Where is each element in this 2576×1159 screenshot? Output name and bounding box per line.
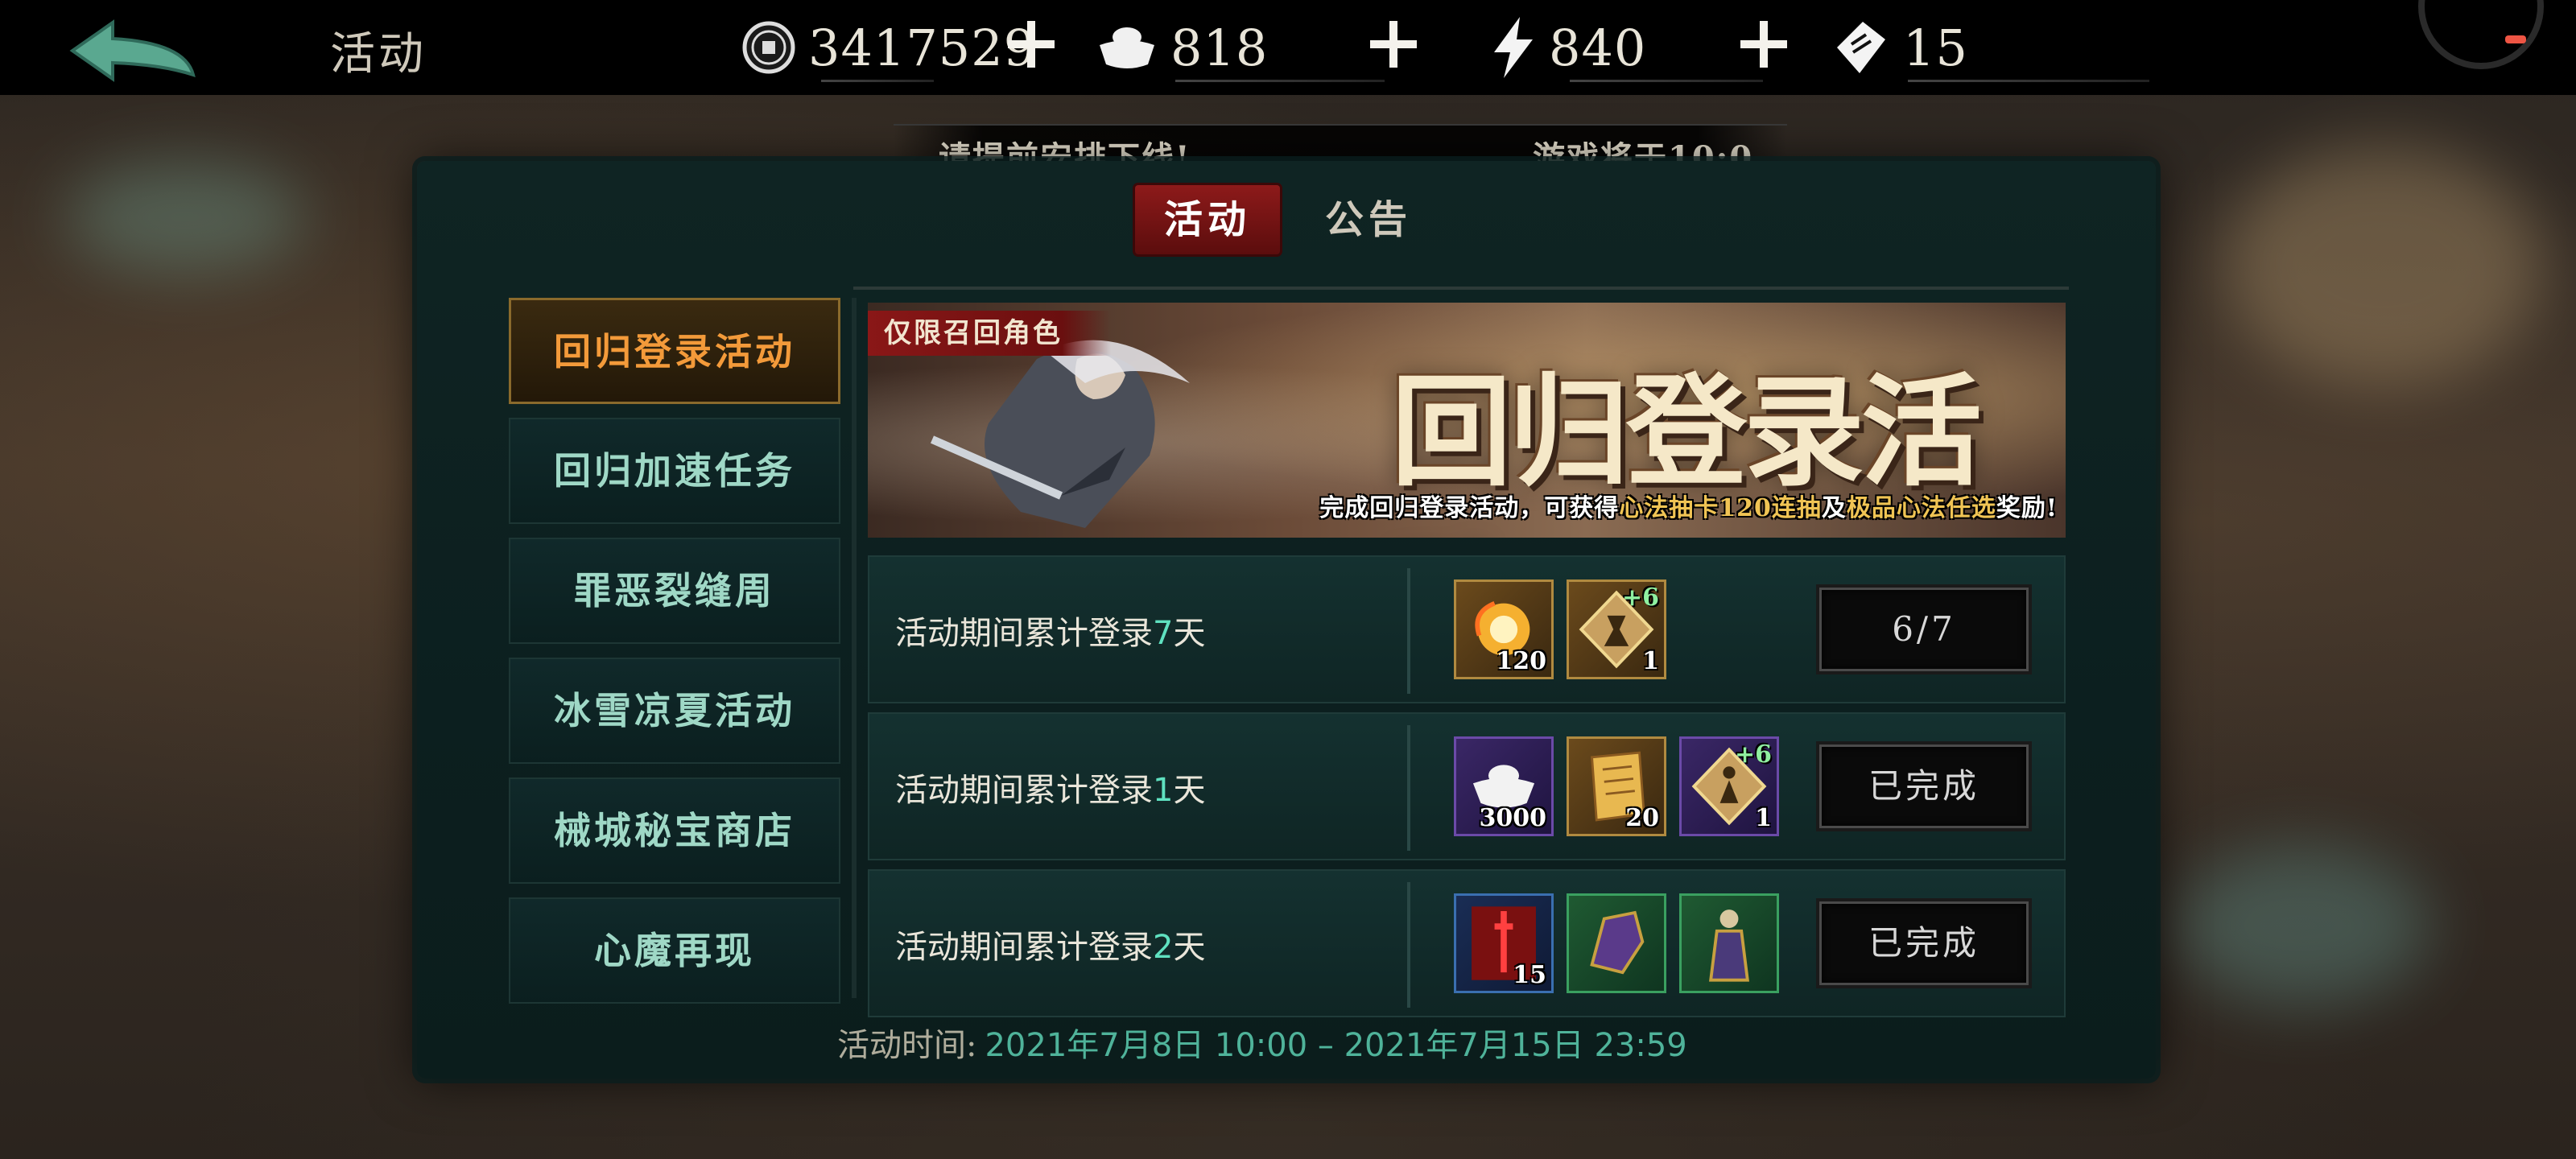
warrior-outfit-icon (1709, 909, 1749, 982)
task-status-button[interactable]: 已完成 (1819, 744, 2029, 828)
tab-activity[interactable]: 活动 (1135, 185, 1280, 254)
currency-silver: 818 (1095, 11, 1385, 84)
warrior-illustration (930, 340, 1190, 528)
reward-item[interactable]: 15 (1454, 893, 1554, 993)
currency-ticket: 15 (1827, 11, 2149, 84)
sidebar-item-return-boost[interactable]: 回归加速任务 (509, 418, 840, 524)
reward-item[interactable]: 120 (1454, 580, 1554, 679)
reward-item[interactable]: 3000 (1454, 736, 1554, 836)
silver-ingot-icon (1100, 27, 1154, 68)
back-arrow-icon (69, 19, 196, 82)
gauntlet-icon (1590, 910, 1645, 975)
banner-tag: 仅限召回角色 (868, 311, 1111, 356)
currency-value: 818 (1170, 18, 1269, 77)
menu-corner-button[interactable] (2418, 0, 2544, 69)
background-scene-jade (2174, 845, 2431, 1006)
reward-item[interactable]: +6 1 (1679, 736, 1779, 836)
sidebar-item-inner-demon[interactable]: 心魔再现 (509, 897, 840, 1004)
currency-stamina: 840 (1489, 11, 1763, 84)
lightning-stamina-icon (1494, 17, 1533, 78)
event-time-label: 活动时间: (837, 1027, 977, 1064)
background-scene-light (2222, 145, 2544, 386)
copper-coin-icon (742, 21, 795, 74)
currency-copper: 3417529 (741, 11, 1036, 84)
reward-item[interactable]: 20 (1567, 736, 1666, 836)
event-time: 活动时间: 2021年7月8日 10:00 – 2021年7月15日 23:59 (837, 1019, 1687, 1066)
add-copper-button[interactable] (1003, 16, 1059, 72)
reward-item[interactable] (1567, 893, 1666, 993)
tab-announcement[interactable]: 公告 (1312, 185, 1425, 254)
task-status-button[interactable]: 已完成 (1819, 901, 2029, 985)
ticket-icon (1837, 22, 1885, 73)
top-bar: 活动 3417529 818 840 15 (0, 0, 2576, 95)
currency-value: 15 (1903, 18, 1968, 77)
add-stamina-button[interactable] (1736, 16, 1792, 72)
reward-item[interactable] (1679, 893, 1779, 993)
task-description: 活动期间累计登录7天 (895, 615, 1206, 652)
sidebar-item-ice-summer[interactable]: 冰雪凉夏活动 (509, 658, 840, 764)
currency-value: 840 (1549, 18, 1647, 77)
back-button[interactable] (64, 14, 201, 87)
event-time-value: 2021年7月8日 10:00 – 2021年7月15日 23:59 (985, 1027, 1687, 1064)
sidebar-item-return-login[interactable]: 回归登录活动 (509, 298, 840, 404)
tab-divider (853, 287, 2069, 290)
task-row: 活动期间累计登录7天 120 +6 1 6/7 (868, 555, 2066, 703)
task-description: 活动期间累计登录1天 (895, 772, 1206, 809)
reward-item[interactable]: +6 1 (1567, 580, 1666, 679)
event-banner: 仅限召回角色 回归登录活动 完成回归登录活动，可获得心法抽卡120连抽及极品心法… (868, 303, 2066, 538)
sidebar-separator (852, 298, 857, 998)
banner-subtitle: 完成回归登录活动，可获得心法抽卡120连抽及极品心法任选奖励! (1319, 494, 2058, 522)
background-scene (64, 161, 306, 274)
page-title: 活动 (330, 28, 427, 80)
currency-value: 3417529 (808, 18, 1037, 77)
task-status-button[interactable]: 6/7 (1819, 588, 2029, 671)
task-row: 活动期间累计登录2天 15 已完成 (868, 869, 2066, 1017)
add-silver-button[interactable] (1365, 16, 1422, 72)
task-description: 活动期间累计登录2天 (895, 929, 1206, 966)
sidebar-item-sin-rift[interactable]: 罪恶裂缝周 (509, 538, 840, 644)
task-row: 活动期间累计登录1天 3000 20 +6 1 已完成 (868, 712, 2066, 860)
sidebar-item-mech-shop[interactable]: 械城秘宝商店 (509, 777, 840, 884)
